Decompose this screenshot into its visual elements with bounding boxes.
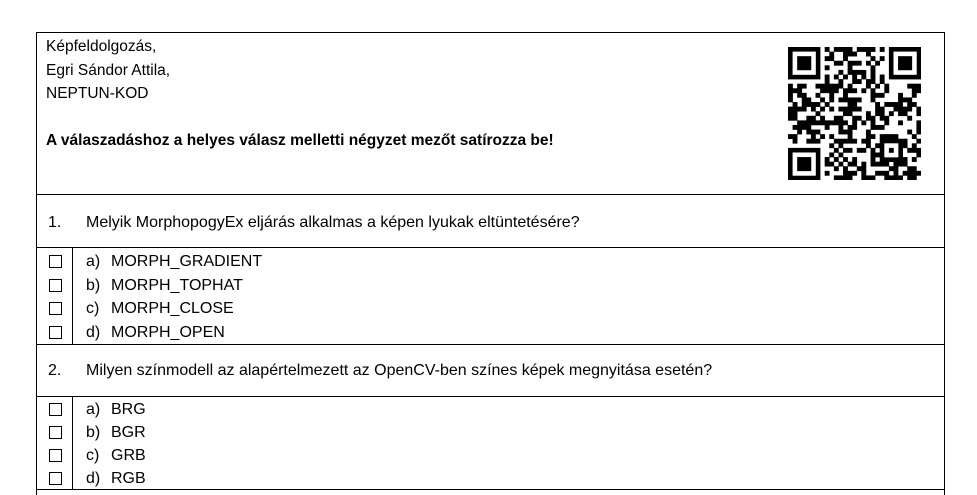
option-text: MORPH_OPEN xyxy=(111,324,225,341)
option-letter: b) xyxy=(86,424,101,441)
question-2-title: 2. Milyen színmodell az alapértelmezett a… xyxy=(48,361,712,381)
question-2-separator xyxy=(37,396,944,397)
instruction-text: A válaszadáshoz a helyes válasz melletti… xyxy=(46,132,554,149)
question-1-title: 1. Melyik MorphopogyEx eljárás alkalmas a… xyxy=(48,213,580,233)
exam-frame: Képfeldolgozás, Egri Sándor Attila, NEPT… xyxy=(36,32,945,495)
checkbox[interactable] xyxy=(49,426,62,439)
option-text: MORPH_GRADIENT xyxy=(111,253,263,270)
question-2-text: Milyen színmodell az alapértelmezett az … xyxy=(86,362,713,379)
option-text: GRB xyxy=(111,447,146,464)
question-2-option-b[interactable]: b) BGR xyxy=(37,423,944,446)
option-letter: c) xyxy=(86,300,100,317)
question-1-option-a[interactable]: a) MORPH_GRADIENT xyxy=(37,252,944,275)
option-text: MORPH_TOPHAT xyxy=(111,277,243,294)
question-1-option-c[interactable]: c) MORPH_CLOSE xyxy=(37,299,944,322)
option-letter: c) xyxy=(86,447,100,464)
question-1-text: Melyik MorphopogyEx eljárás alkalmas a k… xyxy=(86,214,580,231)
question-2-number: 2. xyxy=(48,362,62,379)
instructor-name: Egri Sándor Attila, xyxy=(46,62,171,79)
checkbox[interactable] xyxy=(49,449,62,462)
checkbox[interactable] xyxy=(49,279,62,292)
qr-code-icon xyxy=(788,47,921,180)
checkbox[interactable] xyxy=(49,255,62,268)
option-text: RGB xyxy=(111,470,146,487)
option-letter: a) xyxy=(86,253,101,270)
checkbox[interactable] xyxy=(49,403,62,416)
question-1-option-b[interactable]: b) MORPH_TOPHAT xyxy=(37,276,944,299)
checkbox[interactable] xyxy=(49,302,62,315)
question-1-number: 1. xyxy=(48,214,62,231)
option-text: MORPH_CLOSE xyxy=(111,300,234,317)
question-2-option-c[interactable]: c) GRB xyxy=(37,446,944,469)
option-text: BGR xyxy=(111,424,146,441)
question-1-option-d[interactable]: d) MORPH_OPEN xyxy=(37,323,944,346)
course-name: Képfeldolgozás, xyxy=(46,38,157,55)
question-2-option-d[interactable]: d) RGB xyxy=(37,469,944,492)
option-letter: b) xyxy=(86,277,101,294)
question-2: 2. Milyen színmodell az alapértelmezett a… xyxy=(37,345,944,490)
option-text: BRG xyxy=(111,401,146,418)
question-1: 1. Melyik MorphopogyEx eljárás alkalmas a… xyxy=(37,195,944,345)
option-letter: d) xyxy=(86,470,101,487)
exam-sheet: Képfeldolgozás, Egri Sándor Attila, NEPT… xyxy=(0,0,977,495)
exam-header: Képfeldolgozás, Egri Sándor Attila, NEPT… xyxy=(37,33,944,195)
question-1-separator xyxy=(37,247,944,248)
neptun-code: NEPTUN-KOD xyxy=(46,85,149,102)
checkbox[interactable] xyxy=(49,326,62,339)
option-letter: a) xyxy=(86,401,101,418)
question-2-option-a[interactable]: a) BRG xyxy=(37,400,944,423)
option-letter: d) xyxy=(86,324,101,341)
checkbox[interactable] xyxy=(49,472,62,485)
